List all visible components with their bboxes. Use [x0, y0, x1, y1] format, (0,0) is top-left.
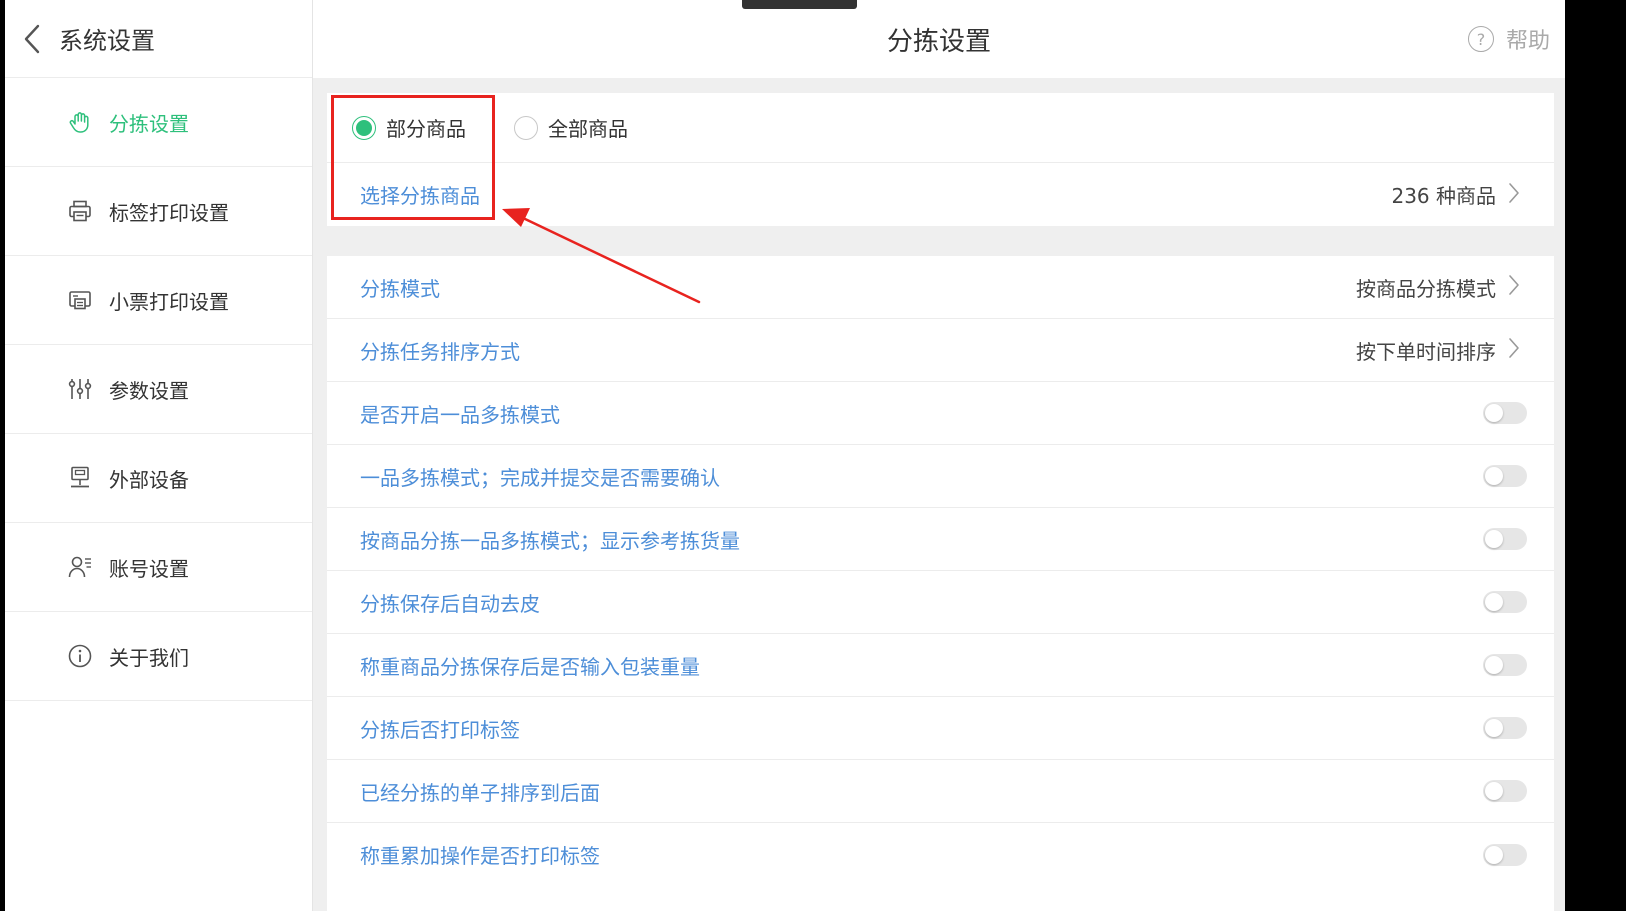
sidebar-item-receipt-print-settings[interactable]: 小票打印设置 — [5, 256, 312, 345]
sidebar: 系统设置 分拣设置 标签打印设置 小票打印设置 参数设置 外部设备 账号设置 关… — [5, 0, 312, 911]
row-label: 按商品分拣一品多拣模式；显示参考拣货量 — [360, 528, 740, 553]
hand-icon — [67, 109, 93, 135]
toggle-switch[interactable] — [1483, 717, 1527, 739]
setting-row-toggle: 是否开启一品多拣模式 — [327, 382, 1554, 445]
toggle-switch[interactable] — [1483, 528, 1527, 550]
row-right: 按下单时间排序 — [1356, 336, 1520, 365]
setting-row-toggle: 一品多拣模式；完成并提交是否需要确认 — [327, 445, 1554, 508]
row-label: 一品多拣模式；完成并提交是否需要确认 — [360, 465, 720, 490]
radio-partial-products[interactable]: 部分商品 — [352, 113, 466, 142]
toggle-switch[interactable] — [1483, 402, 1527, 424]
user-list-icon — [67, 554, 93, 580]
main-header: 分拣设置 ? 帮助 — [313, 0, 1565, 78]
sidebar-item-parameter-settings[interactable]: 参数设置 — [5, 345, 312, 434]
sorting-scope-card: 部分商品 全部商品 选择分拣商品 236 种商品 — [327, 93, 1554, 226]
row-label: 已经分拣的单子排序到后面 — [360, 780, 600, 805]
sidebar-item-label: 小票打印设置 — [109, 289, 229, 314]
sidebar-item-label: 账号设置 — [109, 556, 189, 581]
row-label: 分拣任务排序方式 — [360, 339, 520, 364]
page-title: 分拣设置 — [886, 26, 991, 57]
row-right: 按商品分拣模式 — [1356, 273, 1520, 302]
row-label: 称重累加操作是否打印标签 — [360, 844, 600, 868]
setting-row-toggle: 称重商品分拣保存后是否输入包装重量 — [327, 634, 1554, 697]
setting-row-task-sort-order[interactable]: 分拣任务排序方式 按下单时间排序 — [327, 319, 1554, 382]
row-value: 按下单时间排序 — [1356, 339, 1496, 364]
sidebar-item-label: 标签打印设置 — [109, 200, 229, 225]
row-label: 分拣模式 — [360, 276, 440, 301]
receipt-printer-icon — [67, 287, 93, 313]
info-icon — [67, 643, 93, 669]
select-sorting-products-row[interactable]: 选择分拣商品 236 种商品 — [327, 163, 1554, 226]
chevron-right-icon — [1508, 337, 1520, 363]
sorting-settings-list: 分拣模式 按商品分拣模式 分拣任务排序方式 按下单时间排序 是否开启一品多拣模式… — [327, 256, 1554, 911]
printer-icon — [67, 198, 93, 224]
sidebar-item-label: 参数设置 — [109, 378, 189, 403]
setting-row-toggle: 称重累加操作是否打印标签 — [327, 823, 1554, 886]
sliders-icon — [67, 376, 93, 402]
radio-label: 部分商品 — [386, 117, 466, 141]
setting-row-sorting-mode[interactable]: 分拣模式 按商品分拣模式 — [327, 256, 1554, 319]
scope-radio-group: 部分商品 全部商品 — [327, 93, 1554, 163]
radio-unselected-icon — [514, 115, 538, 140]
toggle-switch[interactable] — [1483, 654, 1527, 676]
toggle-switch[interactable] — [1483, 843, 1527, 866]
chevron-right-icon — [1508, 274, 1520, 300]
setting-row-toggle: 已经分拣的单子排序到后面 — [327, 760, 1554, 823]
setting-row-toggle: 分拣保存后自动去皮 — [327, 571, 1554, 634]
toggle-switch[interactable] — [1483, 465, 1527, 487]
sidebar-divider — [312, 0, 313, 911]
toggle-switch[interactable] — [1483, 780, 1527, 802]
row-label: 分拣保存后自动去皮 — [360, 591, 540, 616]
sidebar-item-about-us[interactable]: 关于我们 — [5, 612, 312, 701]
device-notch — [742, 0, 857, 9]
app-window: 系统设置 分拣设置 标签打印设置 小票打印设置 参数设置 外部设备 账号设置 关… — [5, 0, 1565, 911]
sidebar-item-label-print-settings[interactable]: 标签打印设置 — [5, 167, 312, 256]
row-label: 是否开启一品多拣模式 — [360, 402, 560, 427]
row-value: 按商品分拣模式 — [1356, 276, 1496, 301]
scale-icon — [67, 465, 93, 491]
row-label: 称重商品分拣保存后是否输入包装重量 — [360, 654, 700, 679]
toggle-switch[interactable] — [1483, 591, 1527, 613]
radio-label: 全部商品 — [548, 117, 628, 141]
sidebar-item-label: 关于我们 — [109, 645, 189, 670]
help-button[interactable]: ? 帮助 — [1467, 0, 1550, 78]
sidebar-title: 系统设置 — [59, 27, 155, 55]
help-icon: ? — [1467, 26, 1494, 52]
sidebar-header: 系统设置 — [5, 0, 312, 78]
chevron-right-icon — [1508, 182, 1520, 208]
radio-selected-icon — [352, 115, 376, 140]
product-count: 236 种商品 — [1391, 184, 1496, 208]
sidebar-item-external-devices[interactable]: 外部设备 — [5, 434, 312, 523]
row-label: 分拣后否打印标签 — [360, 717, 520, 742]
sidebar-item-label: 外部设备 — [109, 467, 189, 492]
row-right: 236 种商品 — [1391, 180, 1520, 209]
sidebar-item-label: 分拣设置 — [109, 111, 189, 136]
sidebar-item-sorting-settings[interactable]: 分拣设置 — [5, 78, 312, 167]
help-label: 帮助 — [1505, 29, 1550, 54]
setting-row-toggle: 按商品分拣一品多拣模式；显示参考拣货量 — [327, 508, 1554, 571]
chevron-left-icon — [24, 24, 40, 53]
back-button[interactable] — [5, 0, 59, 78]
row-label: 选择分拣商品 — [360, 184, 480, 208]
setting-row-toggle: 分拣后否打印标签 — [327, 697, 1554, 760]
radio-all-products[interactable]: 全部商品 — [514, 113, 628, 142]
sidebar-item-account-settings[interactable]: 账号设置 — [5, 523, 312, 612]
